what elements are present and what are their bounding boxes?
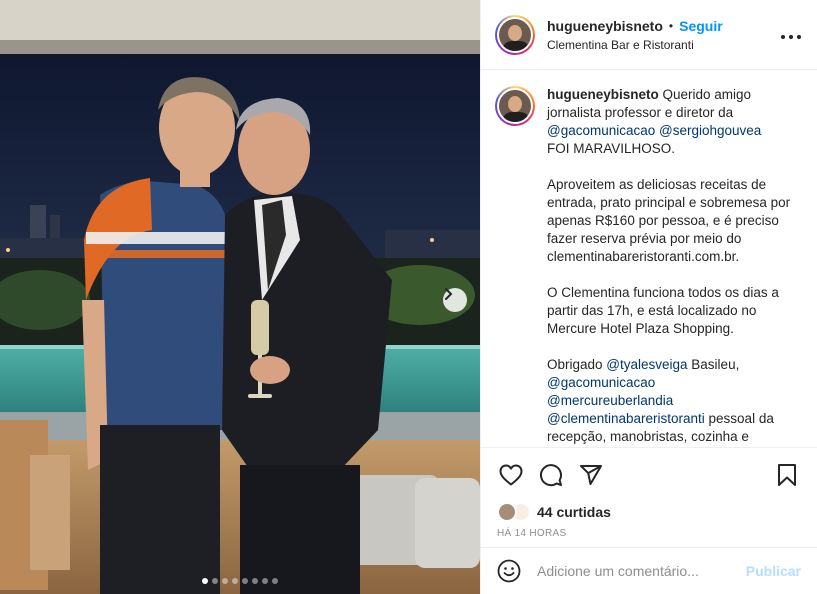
mention-link[interactable]: @mercureuberlandia (547, 393, 673, 408)
post-photo[interactable] (0, 0, 480, 594)
separator-dot: • (668, 18, 674, 33)
carousel-dot (222, 578, 228, 584)
mention-link[interactable]: @gacomunicacao (547, 123, 655, 138)
carousel-dot (252, 578, 258, 584)
caption-line1-end: FOI MARAVILHOSO. (547, 141, 676, 156)
mention-link[interactable]: @tyalesveiga (606, 357, 687, 372)
save-button[interactable] (773, 461, 801, 489)
mention-link[interactable]: @gacomunicacao (547, 375, 655, 390)
carousel-dot (202, 578, 208, 584)
liker-avatar (497, 502, 517, 522)
likers-avatars[interactable] (497, 502, 533, 522)
share-button[interactable] (577, 461, 605, 489)
heart-icon (499, 464, 523, 486)
more-options-button[interactable] (779, 24, 803, 45)
post-timestamp[interactable]: HÁ 14 HORAS (497, 528, 801, 539)
post-actions: 44 curtidas HÁ 14 HORAS (481, 447, 817, 547)
carousel-next-button[interactable] (443, 288, 467, 312)
comment-input[interactable] (537, 563, 746, 579)
emoji-button[interactable] (497, 559, 521, 583)
carousel-dot (242, 578, 248, 584)
emoji-icon (497, 559, 521, 583)
caption-text: hugueneybisneto Querido amigo jornalista… (547, 86, 797, 446)
author-username[interactable]: hugueneybisneto (547, 18, 663, 34)
caption-para4-mid: Basileu, (687, 357, 740, 372)
caption-para4-start: Obrigado (547, 357, 607, 372)
post-header: hugueneybisneto • Seguir Clementina Bar … (481, 0, 817, 70)
photo-scene (0, 0, 480, 594)
share-icon (580, 465, 602, 485)
bookmark-icon (778, 464, 796, 486)
carousel-dot (272, 578, 278, 584)
post-location[interactable]: Clementina Bar e Ristoranti (547, 38, 779, 52)
caption-paragraph-2: Aproveitem as deliciosas receitas de ent… (547, 177, 791, 264)
follow-button[interactable]: Seguir (679, 18, 723, 34)
carousel-indicator (0, 578, 480, 584)
caption-username[interactable]: hugueneybisneto (547, 87, 659, 102)
likes-count[interactable]: 44 curtidas (537, 504, 611, 520)
mention-link[interactable]: @sergiohgouvea (659, 123, 761, 138)
comment-bar: Publicar (481, 547, 817, 594)
comment-button[interactable] (537, 461, 565, 489)
caption-section: hugueneybisneto Querido amigo jornalista… (481, 70, 817, 446)
like-button[interactable] (497, 461, 525, 489)
publish-button[interactable]: Publicar (746, 563, 801, 579)
more-horizontal-icon (781, 35, 801, 39)
mention-link[interactable]: @clementinabareristoranti (547, 411, 705, 426)
author-avatar[interactable] (495, 14, 535, 55)
caption-author-avatar[interactable] (495, 86, 535, 126)
comment-icon (540, 464, 562, 487)
post-side-panel: hugueneybisneto • Seguir Clementina Bar … (480, 0, 817, 594)
carousel-dot (212, 578, 218, 584)
carousel-dot (262, 578, 268, 584)
carousel-dot (232, 578, 238, 584)
caption-paragraph-3: O Clementina funciona todos os dias a pa… (547, 285, 779, 336)
